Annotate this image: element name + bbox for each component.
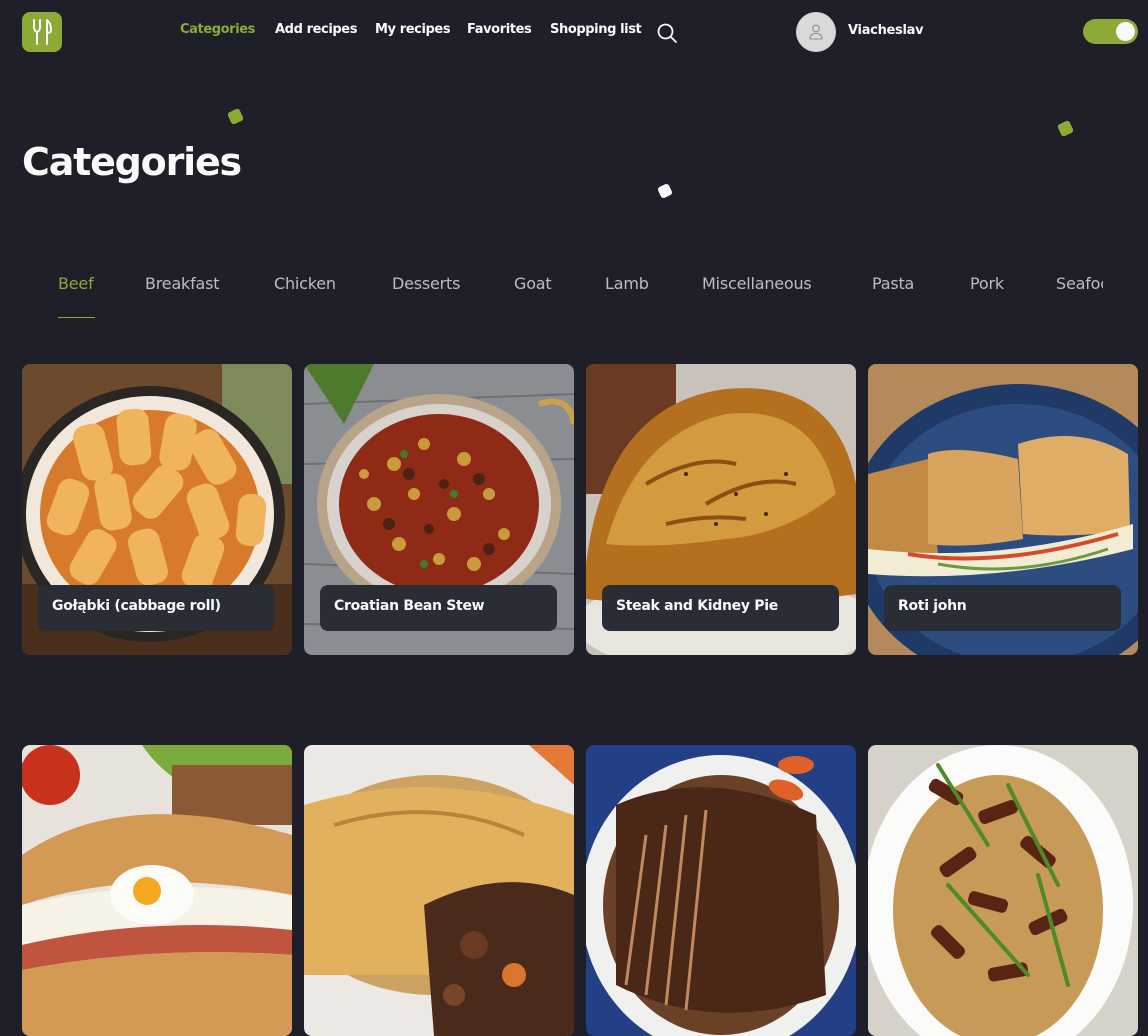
recipe-card[interactable]: Roti john — [868, 364, 1138, 655]
recipe-card[interactable] — [586, 745, 856, 1036]
theme-toggle[interactable] — [1083, 19, 1138, 44]
fork-knife-icon — [33, 19, 52, 45]
search-button[interactable] — [656, 22, 678, 44]
header: Categories Add recipes My recipes Favori… — [0, 0, 1148, 62]
nav-my-recipes[interactable]: My recipes — [375, 22, 467, 37]
decorative-square — [657, 183, 673, 199]
avatar[interactable] — [796, 12, 836, 52]
nav-favorites[interactable]: Favorites — [467, 22, 550, 37]
recipe-card[interactable]: Croatian Bean Stew — [304, 364, 574, 655]
decorative-square — [1056, 119, 1075, 138]
tab-lamb[interactable]: Lamb — [605, 274, 649, 293]
decorative-square — [226, 107, 245, 126]
search-icon — [657, 23, 677, 43]
main-nav: Categories Add recipes My recipes Favori… — [180, 22, 658, 37]
tab-seafood[interactable]: Seafood — [1056, 274, 1103, 293]
recipe-title: Roti john — [884, 585, 1121, 631]
tab-pork[interactable]: Pork — [970, 274, 1004, 293]
tab-desserts[interactable]: Desserts — [392, 274, 460, 293]
nav-shopping-list[interactable]: Shopping list — [550, 22, 658, 37]
recipe-image — [586, 745, 856, 1036]
recipe-card[interactable]: Steak and Kidney Pie — [586, 364, 856, 655]
recipe-card[interactable]: Gołąbki (cabbage roll) — [22, 364, 292, 655]
recipe-title: Gołąbki (cabbage roll) — [38, 585, 275, 631]
tab-goat[interactable]: Goat — [514, 274, 552, 293]
nav-categories[interactable]: Categories — [180, 22, 275, 37]
category-tabs: Beef Breakfast Chicken Desserts Goat Lam… — [58, 274, 1103, 324]
recipe-card[interactable] — [304, 745, 574, 1036]
nav-add-recipes[interactable]: Add recipes — [275, 22, 375, 37]
tab-pasta[interactable]: Pasta — [872, 274, 914, 293]
tab-breakfast[interactable]: Breakfast — [145, 274, 220, 293]
recipe-title: Steak and Kidney Pie — [602, 585, 839, 631]
tab-chicken[interactable]: Chicken — [274, 274, 336, 293]
tab-miscellaneous[interactable]: Miscellaneous — [702, 274, 812, 293]
recipe-image — [22, 745, 292, 1036]
recipe-card[interactable] — [868, 745, 1138, 1036]
recipe-image — [868, 745, 1138, 1036]
tab-beef[interactable]: Beef — [58, 274, 94, 293]
active-tab-underline — [58, 317, 95, 318]
user-icon — [809, 24, 823, 40]
toggle-knob — [1116, 22, 1135, 41]
recipe-title: Croatian Bean Stew — [320, 585, 557, 631]
recipe-card[interactable] — [22, 745, 292, 1036]
page-title: Categories — [22, 140, 242, 184]
user-name[interactable]: Viacheslav — [848, 23, 924, 38]
logo[interactable] — [22, 12, 62, 52]
recipe-image — [304, 745, 574, 1036]
